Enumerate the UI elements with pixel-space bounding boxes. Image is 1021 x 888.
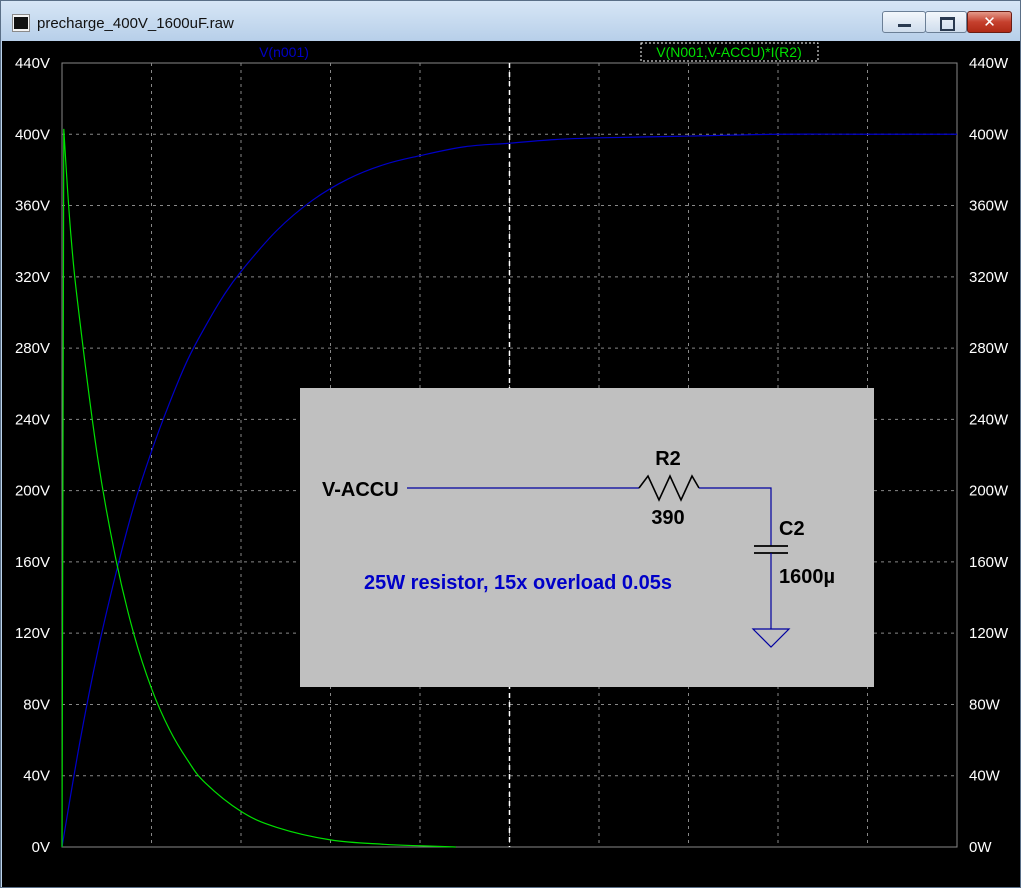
x-tick-label: 4.0s [764,857,792,874]
capacitor-value: 1600µ [779,566,835,588]
y-right-tick-label: 160W [969,554,1009,571]
y-left-tick-label: 440V [15,55,50,72]
y-left-tick-label: 320V [15,269,50,286]
y-right-tick-label: 440W [969,55,1009,72]
x-tick-label: 0.0s [48,857,76,874]
y-left-tick-label: 120V [15,625,50,642]
resistor-name-r2: R2 [655,448,681,470]
y-right-tick-label: 80W [969,696,1001,713]
net-label-v-accu: V-ACCU [322,479,399,501]
y-left-tick-label: 0V [32,839,50,856]
y-right-tick-label: 280W [969,340,1009,357]
x-tick-label: 4.5s [853,857,881,874]
waveform-window: precharge_400V_1600uF.raw ✕ 0.0s 0.5s 1.0s… [0,0,1021,888]
y-right-tick-label: 400W [969,126,1009,143]
resistor-value: 390 [651,507,684,529]
x-tick-label: 2.5s [495,857,523,874]
y-right-tick-label: 240W [969,411,1009,428]
y-left-tick-label: 160V [15,554,50,571]
y-right-tick-label: 120W [969,625,1009,642]
x-tick-label: 3.0s [585,857,613,874]
x-tick-label: 3.5s [674,857,702,874]
x-tick-label: 1.5s [316,857,344,874]
y-left-tick-label: 400V [15,126,50,143]
trace-label-power[interactable]: V(N001,V-ACCU)*I(R2) [656,44,801,60]
x-tick-label: 5.0s [943,857,971,874]
y-right-tick-label: 320W [969,269,1009,286]
x-tick-label: 2.0s [406,857,434,874]
y-left-tick-label: 280V [15,340,50,357]
x-tick-label: 0.5s [137,857,165,874]
y-right-tick-label: 360W [969,198,1009,215]
schematic-overlay[interactable]: V-ACCU R2 390 C2 1600µ 25W resistor, 15x… [300,388,874,687]
y-left-tick-label: 80V [23,696,50,713]
schematic-comment: 25W resistor, 15x overload 0.05s [364,572,672,594]
x-tick-label: 1.0s [227,857,255,874]
waveform-plot[interactable]: 0.0s 0.5s 1.0s 1.5s 2.0s 2.5s 3.0s 3.5s 4.0s 4.5s… [1,1,1020,887]
y-right-tick-label: 40W [969,768,1001,785]
capacitor-name-c2: C2 [779,518,805,540]
y-left-tick-label: 360V [15,198,50,215]
y-left-tick-label: 40V [23,768,50,785]
y-right-tick-label: 0W [969,839,992,856]
trace-label-vn001[interactable]: V(n001) [259,44,309,60]
y-left-tick-label: 240V [15,411,50,428]
y-left-tick-label: 200V [15,483,50,500]
y-right-tick-label: 200W [969,483,1009,500]
